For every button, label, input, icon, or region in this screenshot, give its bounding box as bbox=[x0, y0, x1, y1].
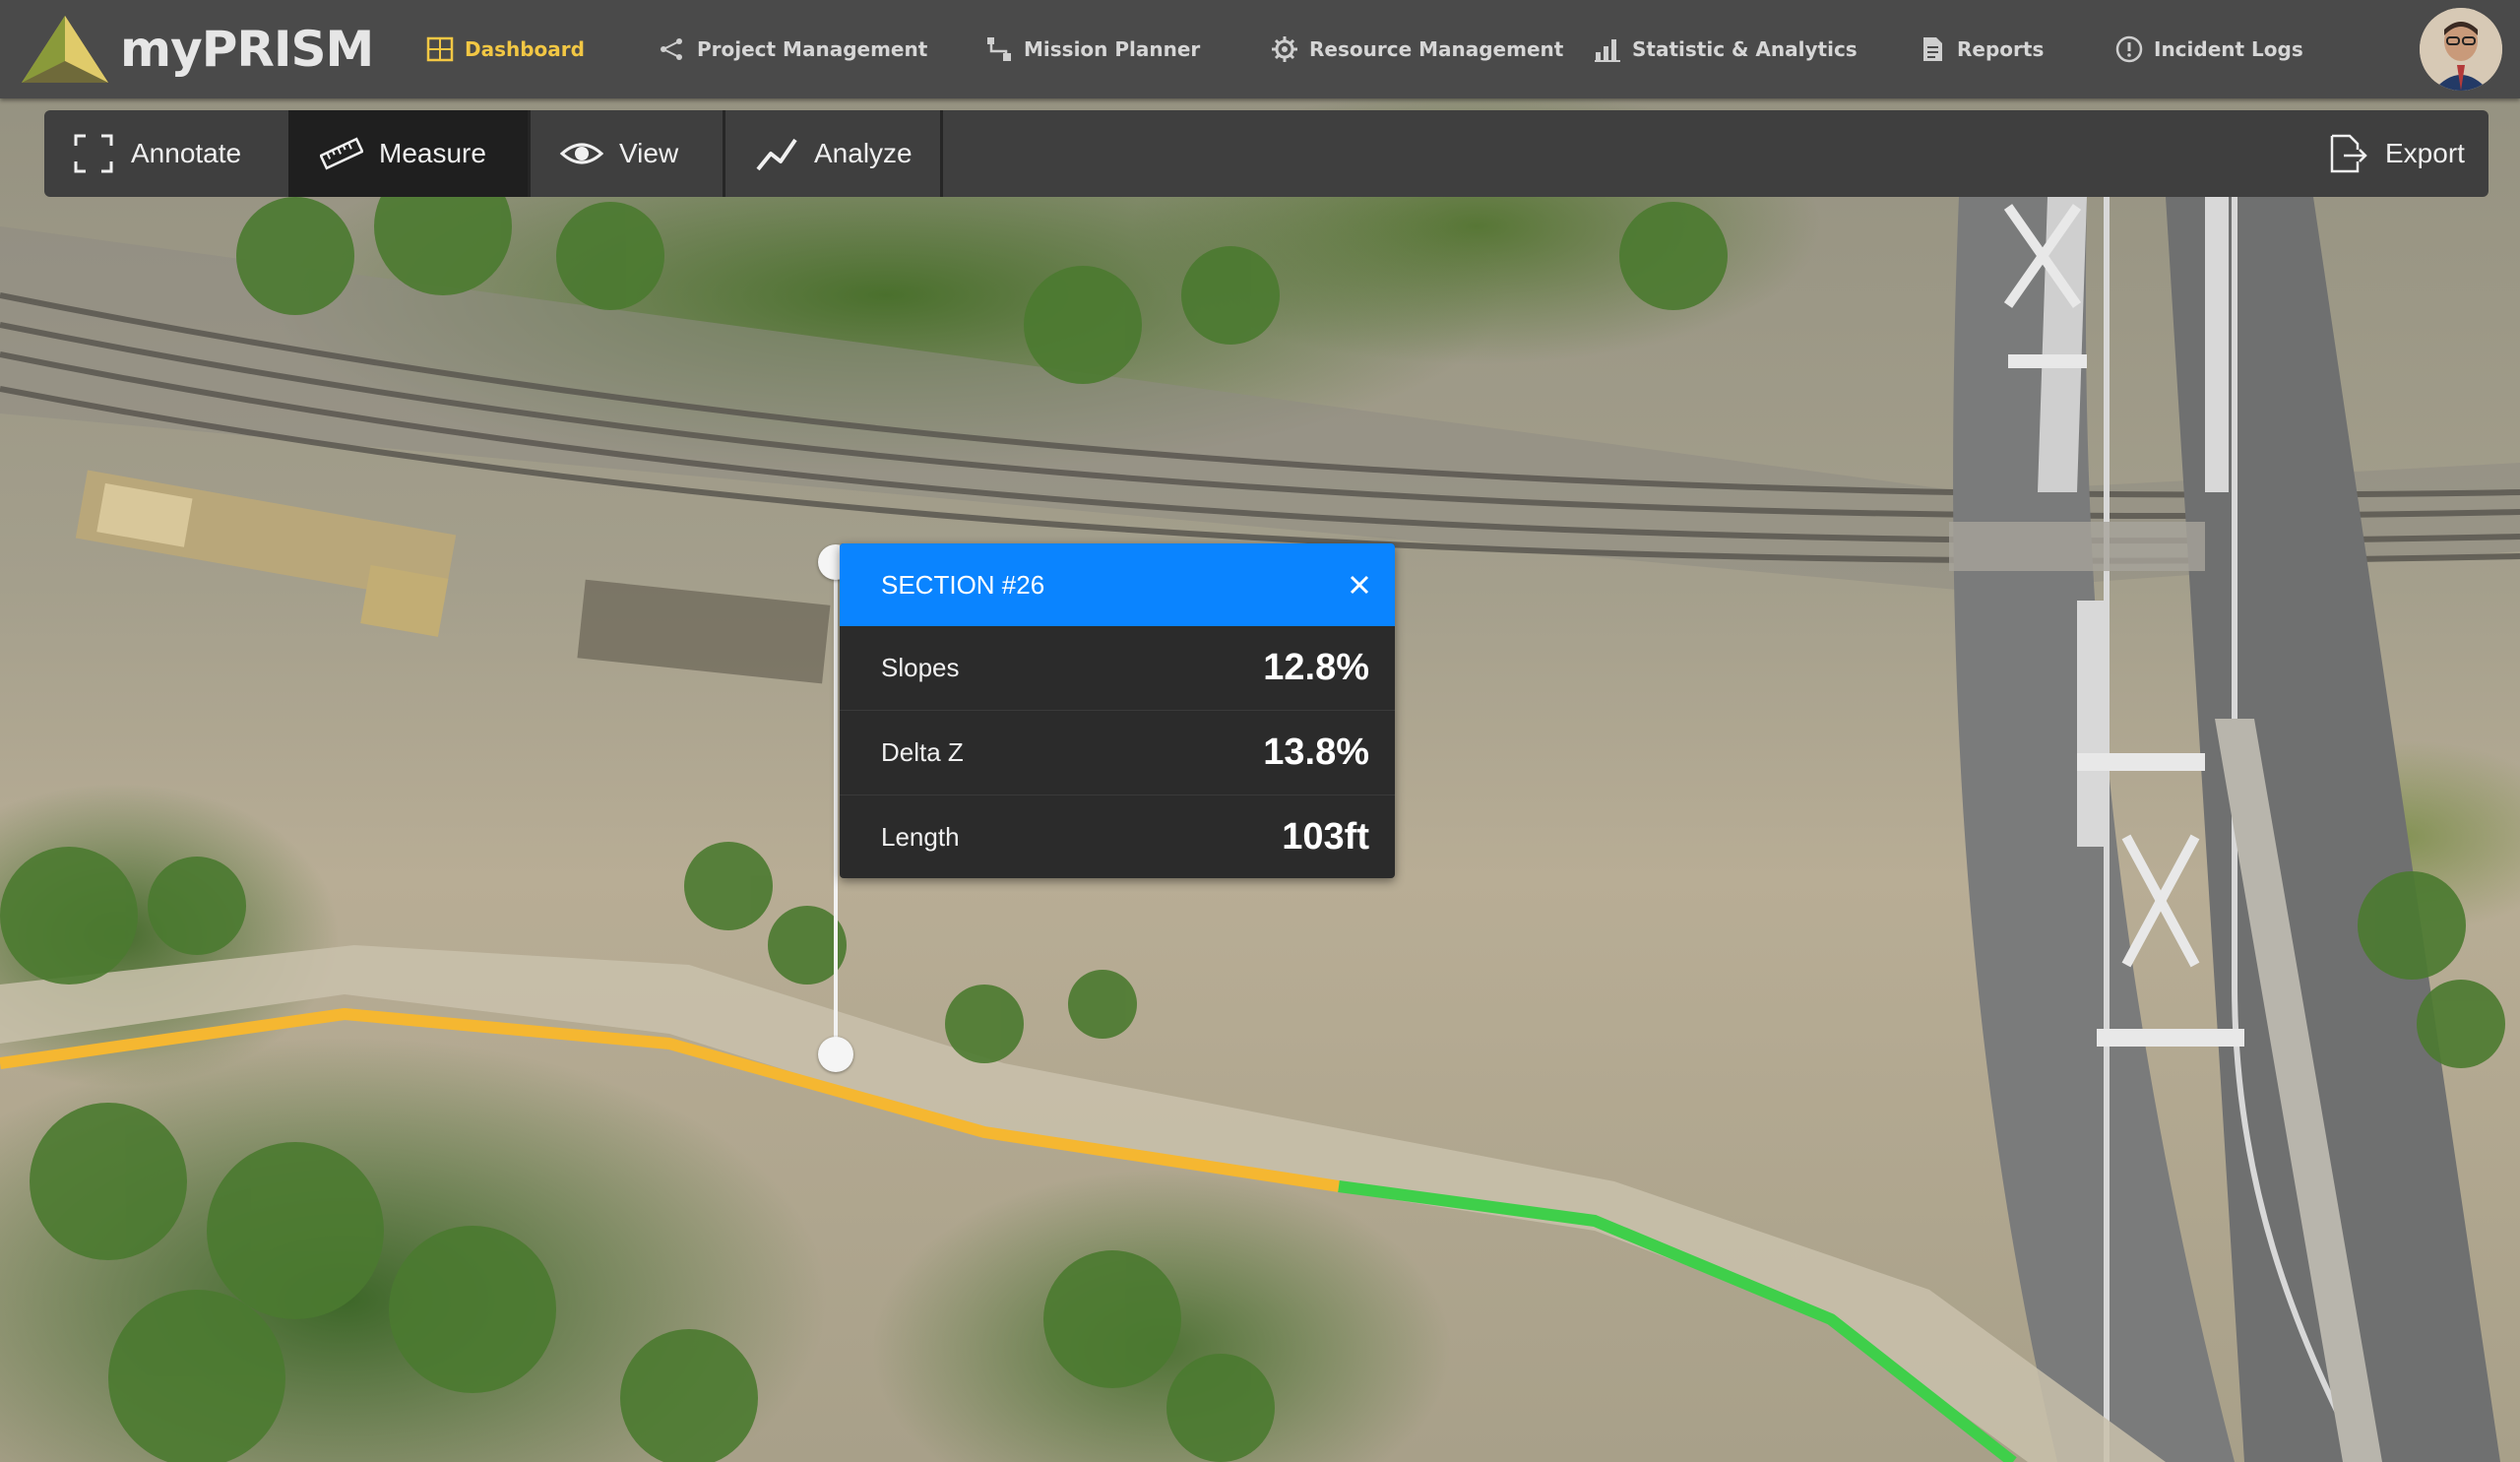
paved-road bbox=[1949, 197, 2500, 1462]
prism-logo-icon bbox=[22, 16, 108, 83]
close-icon[interactable] bbox=[1342, 567, 1377, 603]
nav-project-management[interactable]: Project Management bbox=[658, 30, 927, 69]
nav-label: Project Management bbox=[697, 37, 928, 61]
tool-analyze[interactable]: Analyze bbox=[725, 110, 942, 197]
nav-reports[interactable]: Reports bbox=[1918, 30, 2044, 69]
nav-dashboard[interactable]: Dashboard bbox=[425, 30, 585, 69]
section-info-popup: SECTION #26 Slopes 12.8% Delta Z 13.8% L… bbox=[840, 543, 1395, 878]
export-file-icon bbox=[2330, 134, 2367, 173]
section-row-delta-z: Delta Z 13.8% bbox=[840, 711, 1395, 795]
row-value: 12.8% bbox=[1263, 647, 1369, 688]
tool-annotate[interactable]: Annotate bbox=[44, 110, 288, 197]
nav-label: Incident Logs bbox=[2154, 37, 2303, 61]
user-avatar[interactable] bbox=[2420, 8, 2502, 91]
tool-label: Analyze bbox=[814, 138, 913, 168]
tool-label: View bbox=[619, 138, 679, 168]
section-title: SECTION #26 bbox=[881, 569, 1045, 600]
tool-label: Measure bbox=[379, 138, 486, 168]
nav-resource-management[interactable]: Resource Management bbox=[1270, 30, 1563, 69]
rail-stockpile bbox=[577, 579, 831, 684]
trend-line-icon bbox=[756, 138, 797, 171]
row-label: Slopes bbox=[881, 653, 960, 682]
toolbar-divider bbox=[940, 110, 943, 197]
route-icon bbox=[987, 37, 1011, 61]
document-icon bbox=[1923, 37, 1942, 61]
tool-label: Annotate bbox=[131, 138, 242, 168]
export-label: Export bbox=[2385, 138, 2465, 168]
nav-label: Dashboard bbox=[465, 37, 585, 61]
gear-icon bbox=[1272, 36, 1297, 62]
app-logo[interactable]: myPRISM bbox=[20, 12, 374, 87]
nav-label: Statistic & Analytics bbox=[1632, 37, 1858, 61]
row-value: 103ft bbox=[1282, 816, 1369, 858]
export-button[interactable]: Export bbox=[2308, 110, 2488, 197]
tool-view[interactable]: View bbox=[531, 110, 724, 197]
share-nodes-icon bbox=[661, 38, 682, 60]
row-label: Delta Z bbox=[881, 737, 964, 767]
tool-measure[interactable]: Measure bbox=[288, 110, 531, 197]
alert-circle-icon bbox=[2115, 35, 2143, 63]
eye-icon bbox=[560, 143, 603, 164]
app-name: myPRISM bbox=[120, 21, 374, 78]
nav-mission-planner[interactable]: Mission Planner bbox=[984, 30, 1200, 69]
section-measure-line[interactable] bbox=[834, 561, 838, 1055]
section-popup-header: SECTION #26 bbox=[840, 543, 1395, 626]
nav-incident-logs[interactable]: Incident Logs bbox=[2114, 30, 2303, 69]
ruler-icon bbox=[320, 137, 363, 170]
section-end-handle[interactable] bbox=[818, 1037, 853, 1072]
nav-label: Mission Planner bbox=[1024, 37, 1201, 61]
nav-label: Reports bbox=[1957, 37, 2045, 61]
frame-corners-icon bbox=[74, 134, 113, 173]
construction-equipment bbox=[75, 470, 457, 637]
row-value: 13.8% bbox=[1263, 731, 1369, 773]
avatar-portrait-icon bbox=[2420, 8, 2502, 91]
nav-statistic-analytics[interactable]: Statistic & Analytics bbox=[1593, 30, 1858, 69]
row-label: Length bbox=[881, 822, 960, 852]
nav-label: Resource Management bbox=[1309, 37, 1564, 61]
bar-chart-icon bbox=[1595, 39, 1620, 62]
top-navigation-bar: myPRISM Dashboard Project Management Mis… bbox=[0, 0, 2520, 98]
grid-icon bbox=[426, 36, 454, 62]
map-tool-bar: Annotate Measure View Analyze Export bbox=[44, 110, 2488, 197]
section-row-length: Length 103ft bbox=[840, 795, 1395, 878]
section-row-slopes: Slopes 12.8% bbox=[840, 626, 1395, 711]
